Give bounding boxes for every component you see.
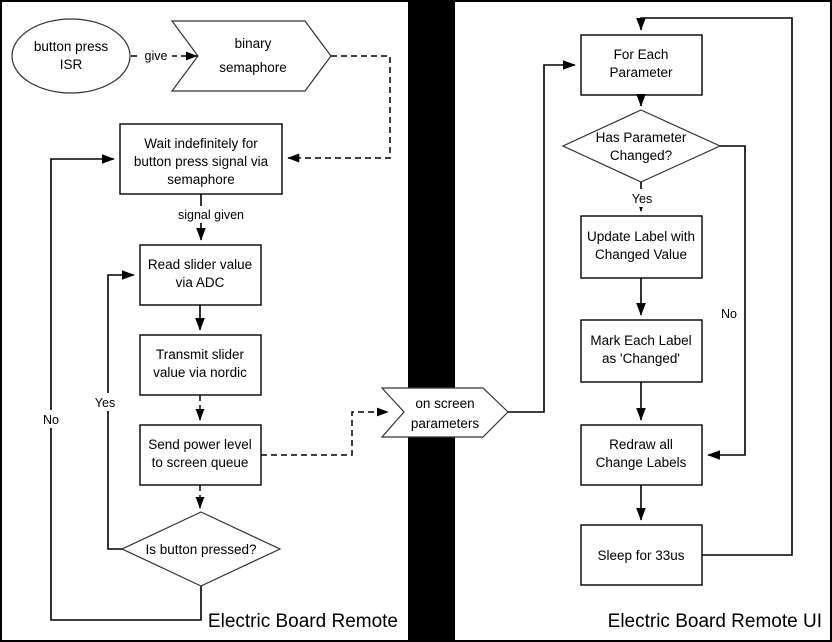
edge-label-yes-left: Yes xyxy=(95,396,115,410)
node-button-press-isr-line1: button press xyxy=(34,39,109,54)
node-button-press-isr xyxy=(11,18,131,94)
node-redraw-change-labels-line1: Redraw all xyxy=(609,437,673,452)
node-binary-semaphore-line1: binary xyxy=(235,36,272,51)
node-sleep-for-33us-label: Sleep for 33us xyxy=(597,548,684,563)
node-binary-semaphore-line2: semaphore xyxy=(219,60,287,75)
edge-send-to-queue xyxy=(261,407,389,456)
node-is-button-pressed-label: Is button pressed? xyxy=(145,542,256,557)
node-has-parameter-changed xyxy=(561,109,722,183)
edge-label-no-left: No xyxy=(43,413,59,427)
edge-decision-yes-to-read xyxy=(107,270,135,550)
node-on-screen-parameters-line2: parameters xyxy=(411,416,480,431)
node-on-screen-parameters-line1: on screen xyxy=(415,396,474,411)
flowchart-svg: button press ISR give binary semaphore W… xyxy=(0,0,832,642)
node-mark-each-label-line1: Mark Each Label xyxy=(590,333,691,348)
edge-label-give: give xyxy=(145,49,168,63)
node-read-slider-value-line2: via ADC xyxy=(176,275,225,290)
panel-title-right: Electric Board Remote UI xyxy=(608,611,822,632)
edge-label-yes-right: Yes xyxy=(632,192,652,206)
node-wait-for-signal-line1: Wait indefinitely for xyxy=(144,136,258,151)
panel-title-left: Electric Board Remote xyxy=(208,611,398,632)
node-read-slider-value-line1: Read slider value xyxy=(148,257,252,272)
node-has-parameter-changed-line2: Changed? xyxy=(610,148,672,163)
node-redraw-change-labels-line2: Change Labels xyxy=(596,455,687,470)
edge-label-no-right: No xyxy=(721,307,737,321)
node-update-label-line2: Changed Value xyxy=(595,247,687,262)
panel-divider xyxy=(408,2,455,640)
edge-label-signal-given: signal given xyxy=(178,208,244,222)
node-transmit-slider-value-line2: value via nordic xyxy=(153,365,247,380)
edge-queue-to-for-each xyxy=(508,60,576,413)
node-button-press-isr-line2: ISR xyxy=(60,57,83,72)
node-send-power-level-line2: to screen queue xyxy=(152,455,249,470)
flowchart-canvas: button press ISR give binary semaphore W… xyxy=(0,0,832,642)
node-for-each-parameter-line1: For Each xyxy=(614,47,669,62)
node-send-power-level-line1: Send power level xyxy=(148,437,252,452)
node-mark-each-label-line2: as 'Changed' xyxy=(602,351,680,366)
node-for-each-parameter-line2: Parameter xyxy=(609,65,673,80)
node-wait-for-signal-line3: semaphore xyxy=(167,172,235,187)
node-wait-for-signal-line2: button press signal via xyxy=(134,154,269,169)
node-has-parameter-changed-line1: Has Parameter xyxy=(596,130,687,145)
edge-decision-no-to-redraw xyxy=(707,145,746,460)
node-transmit-slider-value-line1: Transmit slider xyxy=(156,347,245,362)
node-update-label-line1: Update Label with xyxy=(587,229,695,244)
